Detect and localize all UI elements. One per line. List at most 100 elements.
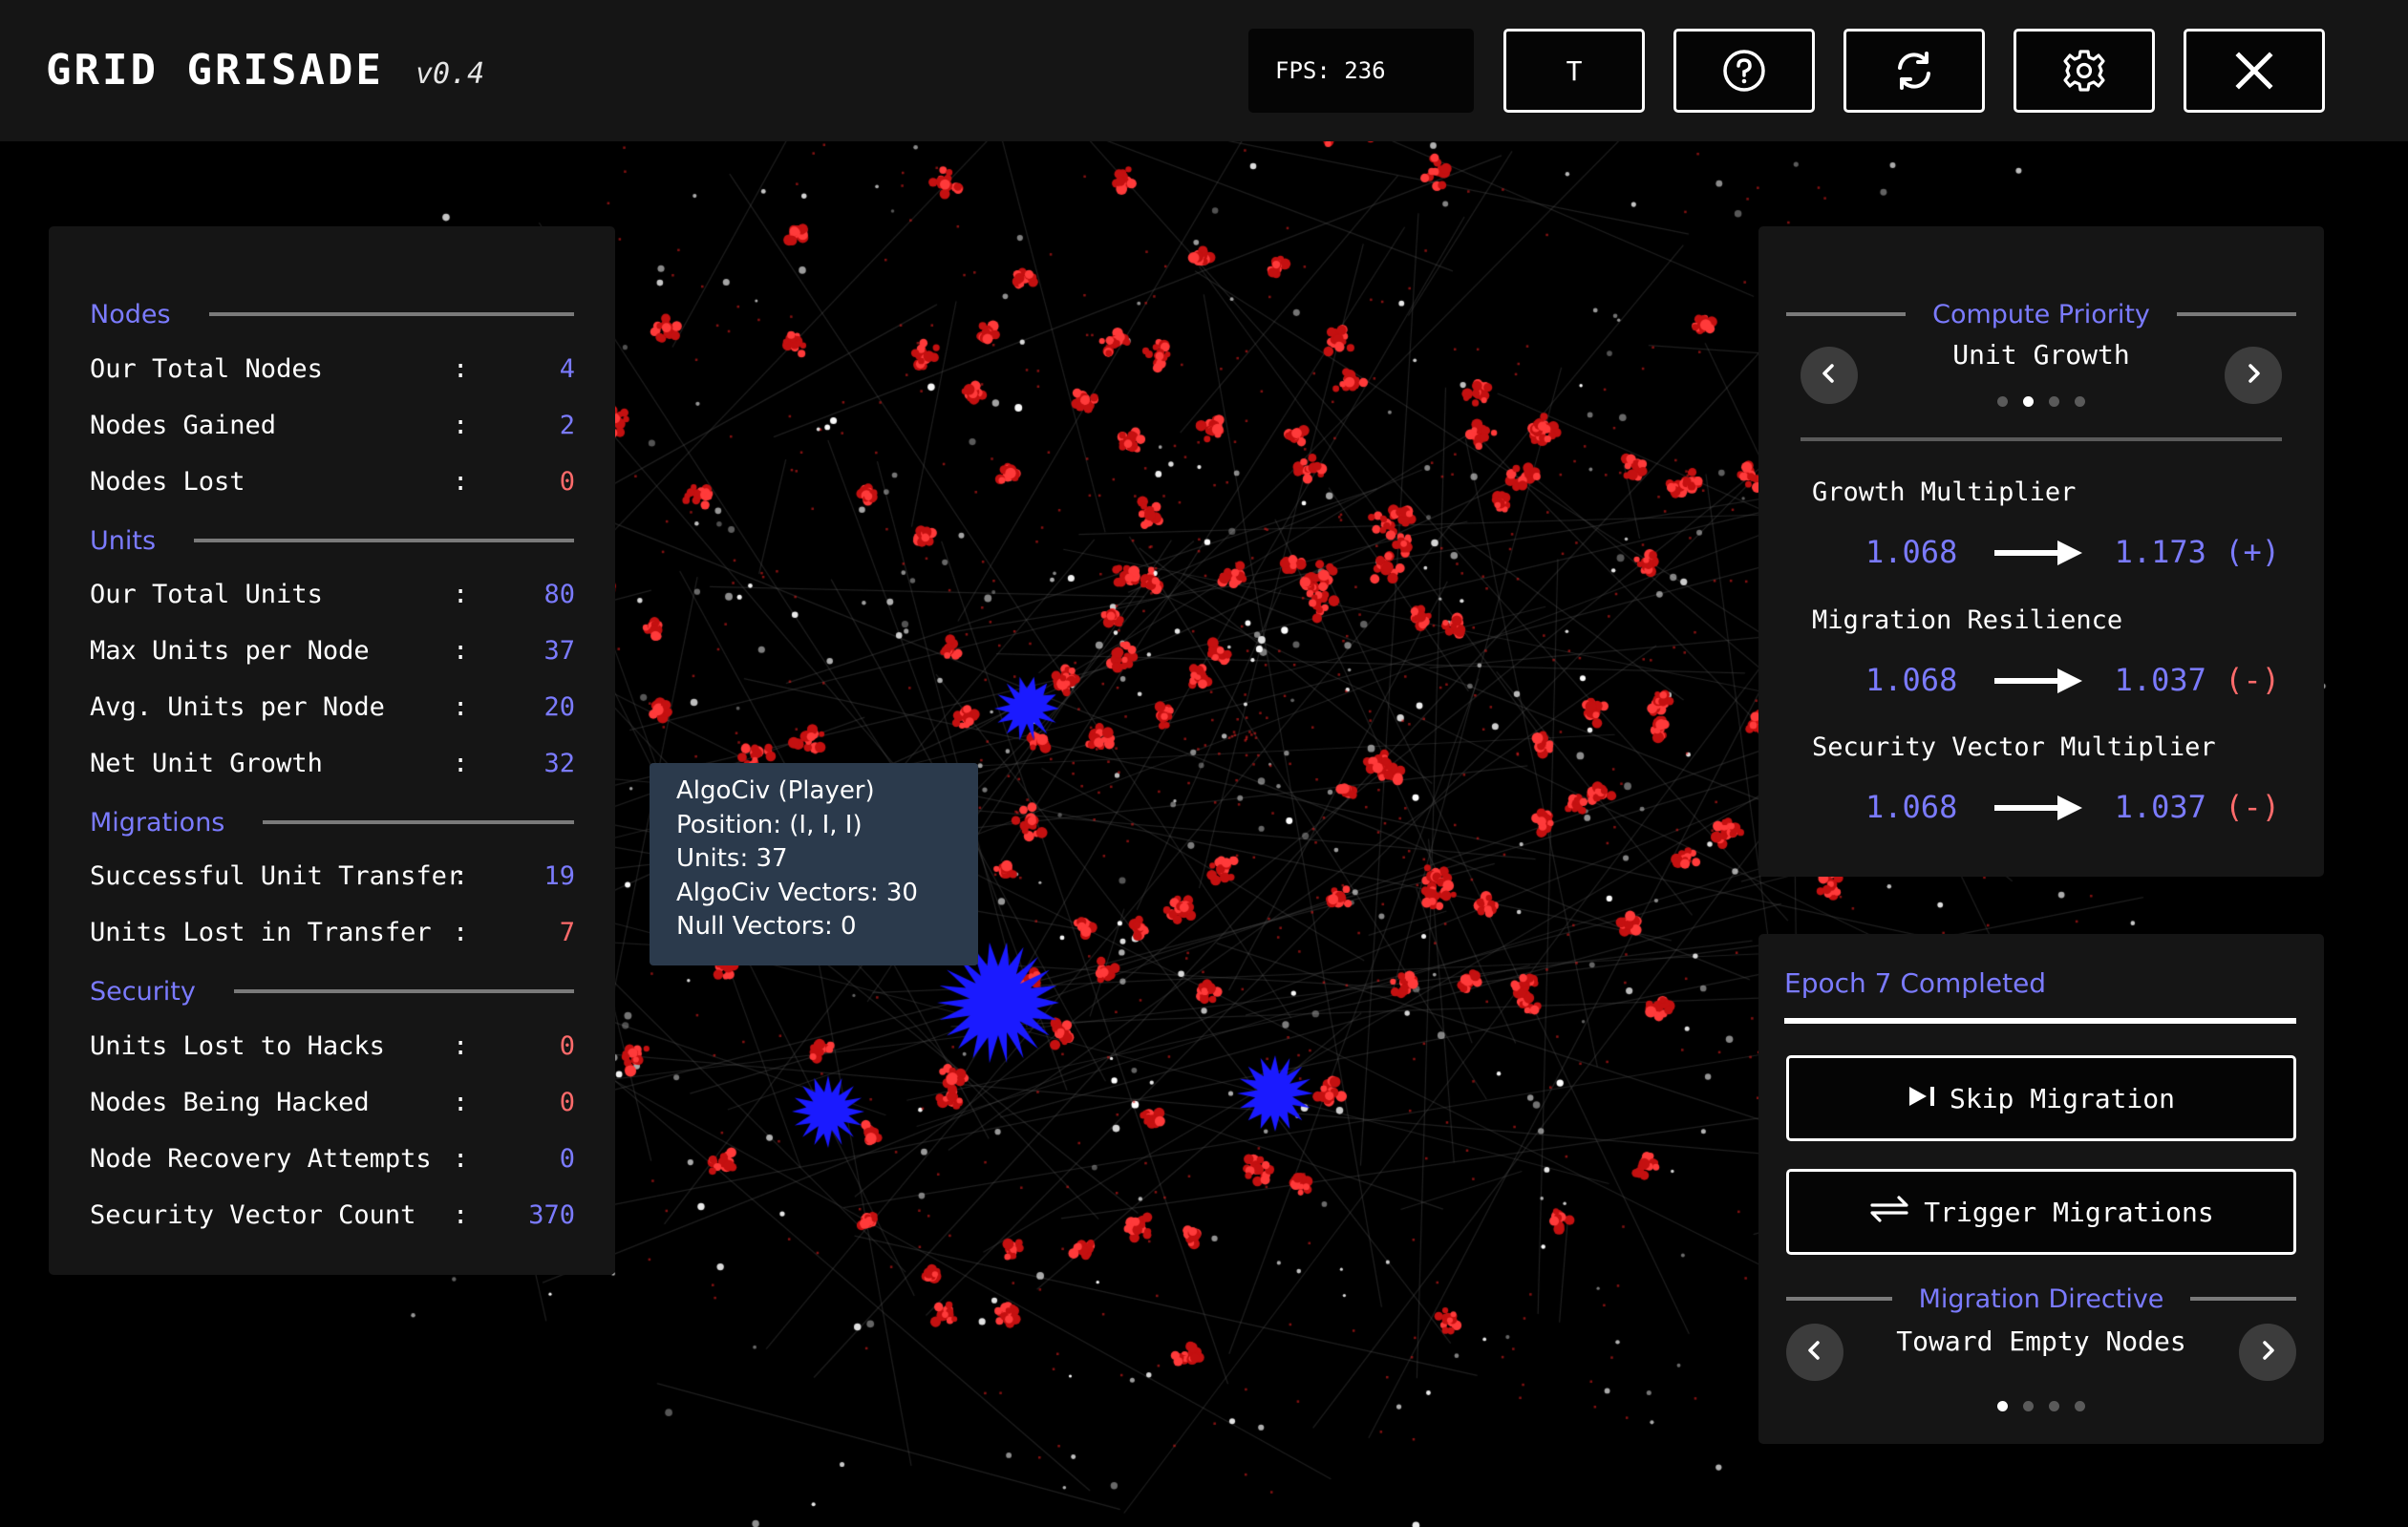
stat-colon: : — [453, 580, 469, 609]
refresh-icon — [1891, 48, 1937, 94]
toggle-t-button[interactable]: T — [1503, 29, 1645, 113]
multiplier-to-value: 1.037 — [2114, 662, 2206, 698]
stat-label: Our Total Nodes — [90, 354, 323, 384]
node-tooltip: AlgoCiv (Player) Position: (I, I, I) Uni… — [650, 763, 978, 965]
stat-row-security-vectors: Security Vector Count : 370 — [90, 1197, 575, 1235]
stat-label: Nodes Lost — [90, 467, 245, 497]
carousel-dot[interactable] — [2075, 1401, 2085, 1411]
section-divider — [263, 820, 574, 824]
compute-priority-panel: Compute Priority Unit Growth Growth Mult… — [1758, 226, 2324, 877]
multiplier-to: 1.037 (-) — [2115, 662, 2280, 698]
stat-label: Units Lost in Transfer — [90, 918, 432, 947]
priority-next-button[interactable] — [2225, 347, 2282, 404]
tooltip-units: Units: 37 — [676, 844, 788, 873]
carousel-dot-active[interactable] — [2023, 396, 2034, 407]
stat-row-avg-units: Avg. Units per Node : 20 — [90, 689, 575, 727]
multiplier-delta: (-) — [2225, 662, 2280, 698]
section-title: Migrations — [90, 807, 225, 838]
reset-button[interactable] — [1843, 29, 1985, 113]
tooltip-algociv-vectors: AlgoCiv Vectors: 30 — [676, 878, 918, 907]
stat-colon: : — [453, 918, 469, 947]
skip-icon — [1907, 1083, 1936, 1114]
multiplier-from: 1.068 — [1865, 789, 1958, 825]
settings-button[interactable] — [2014, 29, 2155, 113]
header-line-left — [1786, 312, 1907, 316]
header-line-left — [1786, 1297, 1892, 1301]
tooltip-position: Position: (I, I, I) — [676, 810, 863, 839]
stat-label: Our Total Units — [90, 580, 323, 609]
stat-value: 0 — [559, 1031, 575, 1061]
multiplier-resilience: 1.068 1.037 (-) — [1865, 658, 2280, 700]
carousel-dot[interactable] — [2023, 1401, 2034, 1411]
stat-colon: : — [453, 1031, 469, 1061]
multiplier-security: 1.068 1.037 (-) — [1865, 785, 2280, 827]
chevron-right-icon — [2256, 1339, 2279, 1366]
stat-value: 0 — [559, 1144, 575, 1174]
app-title: GRID GRISADE — [46, 46, 384, 95]
multiplier-to: 1.037 (-) — [2115, 789, 2280, 825]
stat-colon: : — [453, 411, 469, 440]
header-line-right — [2190, 1297, 2297, 1301]
game-screen: GRID GRISADE v0.4 FPS: 236 T Nodes Our T… — [0, 0, 2408, 1527]
section-title: Security — [90, 976, 196, 1007]
carousel-dot[interactable] — [2075, 396, 2085, 407]
stat-colon: : — [453, 1088, 469, 1117]
section-units: Units — [90, 521, 574, 560]
stat-colon: : — [453, 467, 469, 497]
question-circle-icon — [1722, 49, 1766, 93]
stat-label: Max Units per Node — [90, 636, 370, 666]
multiplier-label: Growth Multiplier — [1812, 477, 2077, 507]
section-security: Security — [90, 972, 574, 1010]
multiplier-label: Migration Resilience — [1812, 605, 2123, 635]
stat-label: Successful Unit Transfer — [90, 861, 463, 891]
section-divider — [208, 312, 574, 316]
chevron-right-icon — [2242, 362, 2265, 389]
priority-divider — [1801, 437, 2282, 441]
header-line-right — [2176, 312, 2296, 316]
stat-row-nodes-gained: Nodes Gained : 2 — [90, 407, 575, 445]
swap-arrows-icon — [1868, 1195, 1910, 1230]
stat-row-nodes-lost: Nodes Lost : 0 — [90, 463, 575, 501]
stat-row-net-growth: Net Unit Growth : 32 — [90, 745, 575, 783]
trigger-migrations-button[interactable]: Trigger Migrations — [1786, 1169, 2296, 1255]
tooltip-null-vectors: Null Vectors: 0 — [676, 912, 857, 941]
multiplier-from: 1.068 — [1865, 534, 1958, 570]
stat-value: 20 — [543, 692, 575, 722]
fps-counter: FPS: 236 — [1248, 29, 1474, 113]
stat-row-total-nodes: Our Total Nodes : 4 — [90, 350, 575, 389]
section-title: Units — [90, 525, 157, 556]
stat-row-nodes-hacked: Nodes Being Hacked : 0 — [90, 1084, 575, 1122]
app-version: v0.4 — [416, 57, 485, 91]
section-nodes: Nodes — [90, 295, 574, 333]
carousel-dot[interactable] — [1997, 396, 2008, 407]
stat-row-successful-transfer: Successful Unit Transfer : 19 — [90, 858, 575, 896]
carousel-dot[interactable] — [2049, 396, 2059, 407]
stat-colon: : — [453, 1200, 469, 1230]
stat-colon: : — [453, 692, 469, 722]
section-divider — [233, 989, 574, 993]
skip-migration-button[interactable]: Skip Migration — [1786, 1055, 2296, 1141]
stat-colon: : — [453, 354, 469, 384]
close-button[interactable] — [2184, 29, 2325, 113]
arrow-right-icon — [1994, 538, 2082, 574]
multiplier-to-value: 1.037 — [2114, 789, 2206, 825]
stat-value: 37 — [543, 636, 575, 666]
multiplier-from: 1.068 — [1865, 662, 1958, 698]
directive-next-button[interactable] — [2239, 1324, 2296, 1381]
stat-value: 0 — [559, 1088, 575, 1117]
stat-row-units-lost-transfer: Units Lost in Transfer : 7 — [90, 914, 575, 952]
migration-directive-title: Migration Directive — [1918, 1283, 2164, 1314]
multiplier-delta: (-) — [2225, 789, 2280, 825]
stat-colon: : — [453, 636, 469, 666]
migration-panel: Epoch 7 Completed Skip Migration Trigger… — [1758, 934, 2324, 1444]
carousel-dot[interactable] — [2049, 1401, 2059, 1411]
stat-colon: : — [453, 1144, 469, 1174]
epoch-status: Epoch 7 Completed — [1784, 967, 2047, 999]
help-button[interactable] — [1673, 29, 1815, 113]
carousel-dot-active[interactable] — [1997, 1401, 2008, 1411]
stat-row-total-units: Our Total Units : 80 — [90, 576, 575, 614]
stat-label: Node Recovery Attempts — [90, 1144, 432, 1174]
stat-label: Security Vector Count — [90, 1200, 416, 1230]
stat-colon: : — [453, 861, 469, 891]
stat-value: 32 — [543, 749, 575, 778]
